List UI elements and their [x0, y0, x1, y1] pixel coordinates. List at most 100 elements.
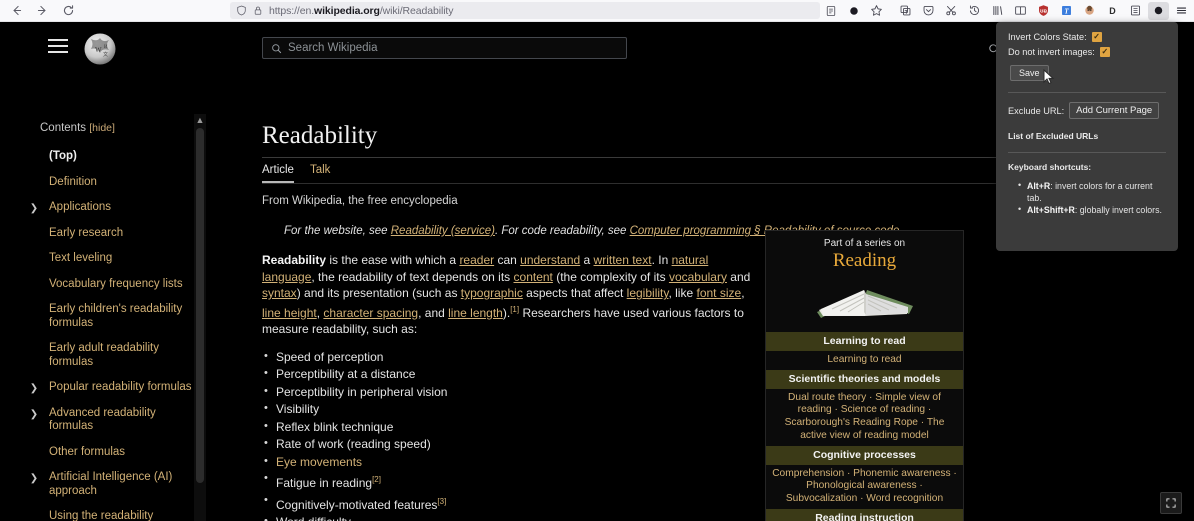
- wikipedia-logo[interactable]: W И 文: [83, 32, 117, 66]
- browser-toolbar: https://en.wikipedia.org/wiki/Readabilit…: [0, 0, 1194, 22]
- list-item: Alt+R: invert colors for a current tab.: [1018, 179, 1166, 204]
- infobox-row-learning-to-read[interactable]: Learning to read: [766, 351, 963, 370]
- scroll-up-icon[interactable]: ▲: [194, 114, 206, 127]
- back-button[interactable]: [4, 2, 28, 20]
- pocket-save-icon[interactable]: [918, 2, 939, 20]
- sidebar-item-text-leveling[interactable]: Text leveling: [40, 252, 196, 266]
- divider: [1008, 92, 1166, 93]
- toc-item-label: Definition: [49, 175, 97, 188]
- screenshot-icon[interactable]: [895, 2, 916, 20]
- sidebar-item-other-formulas[interactable]: Other formulas: [40, 446, 196, 460]
- infobox-row-cognitive-processes[interactable]: Comprehension · Phonemic awareness · Pho…: [766, 465, 963, 509]
- scissors-icon[interactable]: [941, 2, 962, 20]
- sidebar-item-advanced-readability-formulas[interactable]: ❯ Advanced readability formulas: [30, 407, 196, 434]
- scrollbar-thumb[interactable]: [196, 128, 204, 483]
- sidebar-item-early-childrens-readability-formulas[interactable]: Early children's readability formulas: [40, 303, 196, 330]
- avatar-icon[interactable]: [1079, 2, 1100, 20]
- lead-term: Readability: [262, 253, 327, 267]
- divider: [1008, 152, 1166, 153]
- reader-view-icon[interactable]: [820, 2, 841, 20]
- notes-icon[interactable]: [1125, 2, 1146, 20]
- navigation-buttons: [0, 2, 80, 20]
- list-item-eye-movements[interactable]: Eye movements: [262, 453, 757, 472]
- tab-talk[interactable]: Talk: [310, 164, 330, 183]
- link-understand[interactable]: understand: [520, 253, 580, 267]
- list-item: Perceptibility in peripheral vision: [262, 383, 757, 402]
- link-typographic[interactable]: typographic: [461, 286, 523, 300]
- reload-button[interactable]: [56, 2, 80, 20]
- add-current-page-button[interactable]: Add Current Page: [1069, 102, 1160, 119]
- toc-scrollbar[interactable]: ▲ ▼: [194, 114, 206, 521]
- address-bar-actions: [820, 2, 889, 20]
- ublock-origin-icon[interactable]: ʊʙ: [1033, 2, 1054, 20]
- reference-1[interactable]: [1]: [510, 305, 519, 314]
- chevron-right-icon[interactable]: ❯: [29, 408, 39, 422]
- address-bar-container: https://en.wikipedia.org/wiki/Readabilit…: [80, 2, 895, 20]
- translate-page-icon[interactable]: [843, 2, 864, 20]
- toc-item-label: Text leveling: [49, 252, 113, 264]
- toc-title: Contents [hide]: [40, 122, 196, 134]
- sidebar-item-definition[interactable]: Definition: [40, 176, 196, 190]
- toc-item-label: Artificial Intelligence (AI) approach: [49, 471, 173, 497]
- sidebar-item-top[interactable]: (Top): [40, 150, 196, 164]
- shield-icon[interactable]: [236, 5, 247, 16]
- infobox-header-reading-instruction: Reading instruction: [766, 508, 963, 521]
- link-character-spacing[interactable]: character spacing: [323, 306, 418, 320]
- forward-button[interactable]: [30, 2, 54, 20]
- dashlane-icon[interactable]: D: [1102, 2, 1123, 20]
- link-line-length[interactable]: line length: [448, 306, 503, 320]
- link-content[interactable]: content: [514, 270, 553, 284]
- sidebar-item-applications[interactable]: ❯ Applications: [30, 201, 196, 215]
- invert-colors-state-row: Invert Colors State: ✓: [1008, 32, 1166, 42]
- address-bar[interactable]: https://en.wikipedia.org/wiki/Readabilit…: [230, 2, 820, 19]
- chevron-right-icon[interactable]: ❯: [29, 202, 39, 216]
- sidebar-item-vocabulary-frequency-lists[interactable]: Vocabulary frequency lists: [40, 278, 196, 292]
- history-icon[interactable]: [964, 2, 985, 20]
- sidebar-icon[interactable]: [1010, 2, 1031, 20]
- factors-list: Speed of perception Perceptibility at a …: [262, 348, 757, 521]
- do-not-invert-images-label: Do not invert images:: [1008, 47, 1095, 57]
- link-line-height[interactable]: line height: [262, 306, 317, 320]
- invert-colors-state-checkbox[interactable]: ✓: [1091, 32, 1102, 42]
- link-legibility[interactable]: legibility: [627, 286, 669, 300]
- do-not-invert-images-row: Do not invert images: ✓: [1008, 47, 1166, 57]
- main-menu-icon[interactable]: [48, 39, 68, 53]
- list-item: Perceptibility at a distance: [262, 365, 757, 384]
- exclude-url-row: Exclude URL: Add Current Page: [1008, 102, 1166, 119]
- invert-colors-state-label: Invert Colors State:: [1008, 32, 1087, 42]
- lock-icon[interactable]: [253, 5, 263, 16]
- sidebar-item-early-research[interactable]: Early research: [40, 227, 196, 241]
- link-written-text[interactable]: written text: [594, 253, 652, 267]
- hamburger-menu-icon[interactable]: [1171, 2, 1192, 20]
- library-icon[interactable]: [987, 2, 1008, 20]
- sidebar-item-early-adult-readability-formulas[interactable]: Early adult readability formulas: [40, 342, 196, 369]
- fullscreen-expand-icon[interactable]: [1160, 492, 1182, 514]
- do-not-invert-images-checkbox[interactable]: ✓: [1099, 47, 1110, 57]
- sidebar-item-using-the-readability-formulas[interactable]: Using the readability formulas: [40, 510, 196, 521]
- url-text: https://en.wikipedia.org/wiki/Readabilit…: [269, 4, 454, 17]
- invert-colors-icon[interactable]: [1148, 1, 1169, 20]
- tab-article[interactable]: Article: [262, 164, 294, 183]
- reference-3[interactable]: [3]: [437, 497, 446, 506]
- star-bookmark-icon[interactable]: [866, 2, 887, 20]
- save-button[interactable]: Save: [1010, 65, 1049, 81]
- toc-hide-button[interactable]: [hide]: [89, 122, 115, 134]
- svg-text:ʊʙ: ʊʙ: [1040, 8, 1048, 14]
- sidebar-item-popular-readability-formulas[interactable]: ❯ Popular readability formulas: [30, 381, 196, 395]
- link-reader[interactable]: reader: [459, 253, 494, 267]
- hatnote-link-readability-service[interactable]: Readability (service): [391, 225, 495, 237]
- sidebar-item-artificial-intelligence-approach[interactable]: ❯ Artificial Intelligence (AI) approach: [30, 471, 196, 498]
- link-syntax[interactable]: syntax: [262, 286, 297, 300]
- chevron-right-icon[interactable]: ❯: [29, 382, 39, 396]
- link-font-size[interactable]: font size: [696, 286, 741, 300]
- infobox-series-title[interactable]: Reading: [766, 249, 963, 276]
- chevron-right-icon[interactable]: ❯: [29, 472, 39, 486]
- link-vocabulary[interactable]: vocabulary: [669, 270, 727, 284]
- reference-2[interactable]: [2]: [372, 475, 381, 484]
- list-item: Visibility: [262, 400, 757, 419]
- list-item: Rate of work (reading speed): [262, 435, 757, 454]
- infobox-row-scientific-theories[interactable]: Dual route theory · Simple view of readi…: [766, 389, 963, 446]
- search-input[interactable]: Search Wikipedia: [262, 37, 627, 59]
- infobox-header-scientific-theories: Scientific theories and models: [766, 369, 963, 389]
- translate-icon[interactable]: T: [1056, 2, 1077, 20]
